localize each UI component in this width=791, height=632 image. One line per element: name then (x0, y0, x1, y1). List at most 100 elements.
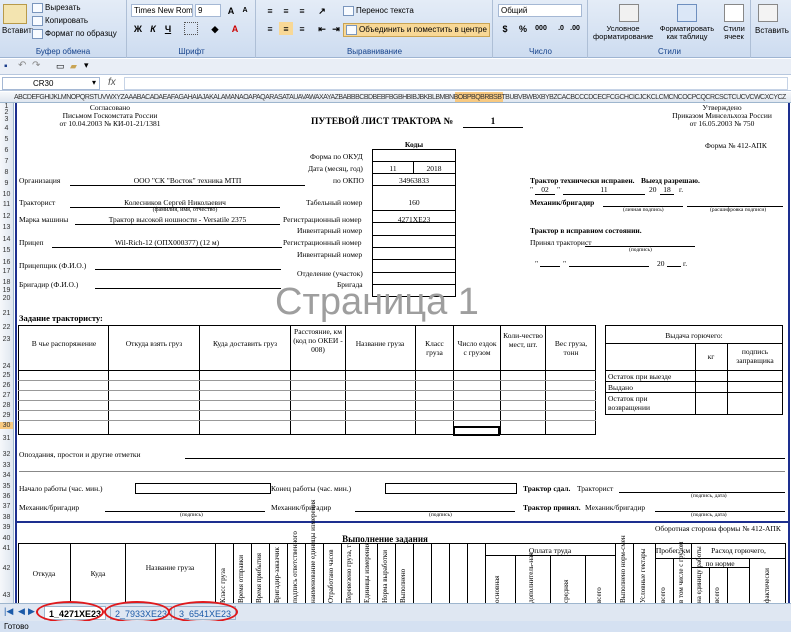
format-painter-button[interactable]: Формат по образцу (32, 29, 117, 39)
cut-button[interactable]: Вырезать (32, 3, 81, 13)
bold-button[interactable]: Ж (131, 22, 145, 35)
fill-color-icon[interactable]: ◆ (208, 22, 222, 35)
increase-decimal-icon[interactable]: .0 (554, 22, 568, 35)
row-number[interactable]: 30 (0, 422, 13, 429)
row-number[interactable]: 7 (0, 158, 13, 165)
function-icon[interactable]: fx (108, 77, 116, 88)
conditional-format-icon[interactable] (619, 4, 639, 22)
italic-button[interactable]: К (146, 22, 160, 35)
format-table-icon[interactable] (677, 4, 697, 22)
cell-styles-icon[interactable] (724, 4, 744, 22)
prev-sheet-icon[interactable]: ◀ (18, 606, 25, 617)
currency-icon[interactable]: $ (498, 22, 512, 35)
worksheet[interactable]: Согласовано Письмом Госкомстата России о… (15, 103, 791, 603)
row-number[interactable]: 16 (0, 259, 13, 266)
row-number[interactable]: 13 (0, 224, 13, 231)
font-name-combo[interactable]: Times New Rom (131, 4, 193, 17)
conditional-format-button[interactable]: Условное форматирование (593, 25, 653, 41)
row-number[interactable]: 32 (0, 451, 13, 458)
row-number[interactable]: 43 (0, 592, 13, 599)
number-format-combo[interactable]: Общий (498, 4, 582, 17)
row-number[interactable]: 41 (0, 545, 13, 552)
row-number[interactable]: 20 (0, 295, 13, 302)
percent-button[interactable]: % (516, 22, 530, 35)
row-number[interactable]: 36 (0, 493, 13, 500)
insert-cells-button[interactable]: Вставить (755, 26, 789, 35)
start-value[interactable] (135, 483, 271, 494)
row-number[interactable]: 21 (0, 310, 13, 317)
row-number[interactable]: 28 (0, 402, 13, 409)
row-number[interactable]: 23 (0, 336, 13, 343)
row-number[interactable]: 34 (0, 472, 13, 479)
row-number[interactable]: 15 (0, 247, 13, 254)
end-value[interactable] (385, 483, 517, 494)
row-number[interactable]: 18 (0, 279, 13, 286)
decrease-decimal-icon[interactable]: .00 (568, 22, 582, 35)
row-number[interactable]: 35 (0, 483, 13, 490)
row-number[interactable]: 17 (0, 268, 13, 275)
row-number[interactable]: 10 (0, 191, 13, 198)
row-number[interactable]: 4 (0, 125, 13, 132)
align-top-icon[interactable]: ≡ (263, 4, 277, 17)
row-number[interactable]: 27 (0, 392, 13, 399)
cell-styles-button[interactable]: Стили ячеек (717, 25, 751, 41)
insert-cells-icon[interactable] (758, 4, 778, 22)
save-icon[interactable]: ▪ (4, 61, 8, 72)
row-number[interactable]: 40 (0, 535, 13, 542)
first-sheet-icon[interactable]: |◀ (4, 606, 13, 617)
open-folder-icon[interactable]: ▰ (70, 61, 77, 72)
copy-button[interactable]: Копировать (32, 16, 88, 26)
row-number[interactable]: 29 (0, 412, 13, 419)
row-number[interactable]: 2 (0, 109, 13, 116)
outdent-icon[interactable]: ⇤ (315, 22, 329, 35)
align-left-icon[interactable]: ≡ (263, 22, 277, 35)
active-cell[interactable] (453, 426, 500, 436)
row-number[interactable]: 8 (0, 169, 13, 176)
name-box[interactable]: CR30 (2, 77, 100, 90)
new-document-icon[interactable]: ▭ (56, 61, 65, 72)
underline-button[interactable]: Ч (161, 22, 175, 35)
row-headers[interactable]: 1 2 3 4 5 6 7 8 9 10 11 12 13 14 15 16 17 18 19 20 21 22 23 24 2… (0, 103, 14, 603)
name-box-dropdown-icon[interactable]: ▾ (92, 78, 96, 87)
align-bottom-icon[interactable]: ≡ (295, 4, 309, 17)
merge-center-button[interactable]: Объединить и поместить в центре (343, 23, 490, 37)
thousands-button[interactable]: 000 (532, 22, 550, 35)
row-number[interactable]: 12 (0, 213, 13, 220)
row-number[interactable]: 6 (0, 147, 13, 154)
row-number[interactable]: 5 (0, 136, 13, 143)
paste-button[interactable]: Вставить (2, 26, 36, 35)
row-number[interactable]: 19 (0, 287, 13, 294)
row-number[interactable]: 22 (0, 324, 13, 331)
row-number[interactable]: 11 (0, 201, 13, 208)
next-sheet-icon[interactable]: ▶ (28, 606, 35, 617)
wrap-text-button[interactable]: Перенос текста (343, 6, 414, 16)
row-number[interactable]: 14 (0, 236, 13, 243)
undo-icon[interactable]: ↶ (18, 60, 26, 71)
font-color-icon[interactable]: A (228, 22, 242, 35)
formula-input[interactable] (124, 77, 788, 90)
redo-icon[interactable]: ↷ (32, 60, 40, 71)
row-number[interactable]: 31 (0, 435, 13, 442)
paste-icon[interactable] (3, 4, 27, 24)
format-table-button[interactable]: Форматировать как таблицу (657, 25, 717, 41)
shrink-font-icon[interactable]: A (238, 4, 252, 17)
align-middle-icon[interactable]: ≡ (279, 4, 293, 17)
row-number[interactable]: 3 (0, 116, 13, 123)
align-right-icon[interactable]: ≡ (295, 22, 309, 35)
row-number[interactable]: 39 (0, 524, 13, 531)
column-headers[interactable]: ABCDEFGHIJKLMNOPQRSTUVWXYZAAABACADAEAFAG… (0, 92, 791, 103)
orientation-icon[interactable]: ↗ (315, 4, 329, 17)
indent-icon[interactable]: ⇥ (329, 22, 343, 35)
grow-font-icon[interactable]: A (224, 4, 238, 17)
row-number[interactable]: 9 (0, 180, 13, 187)
font-size-combo[interactable]: 9 (195, 4, 221, 17)
row-number[interactable]: 25 (0, 372, 13, 379)
borders-icon[interactable] (184, 22, 198, 35)
row-number[interactable]: 37 (0, 503, 13, 510)
row-number[interactable]: 42 (0, 565, 13, 572)
row-number[interactable]: 38 (0, 514, 13, 521)
customize-qat-icon[interactable]: ▾ (84, 60, 89, 71)
align-center-icon[interactable]: ≡ (279, 22, 293, 35)
row-number[interactable]: 24 (0, 363, 13, 370)
row-number[interactable]: 33 (0, 462, 13, 469)
